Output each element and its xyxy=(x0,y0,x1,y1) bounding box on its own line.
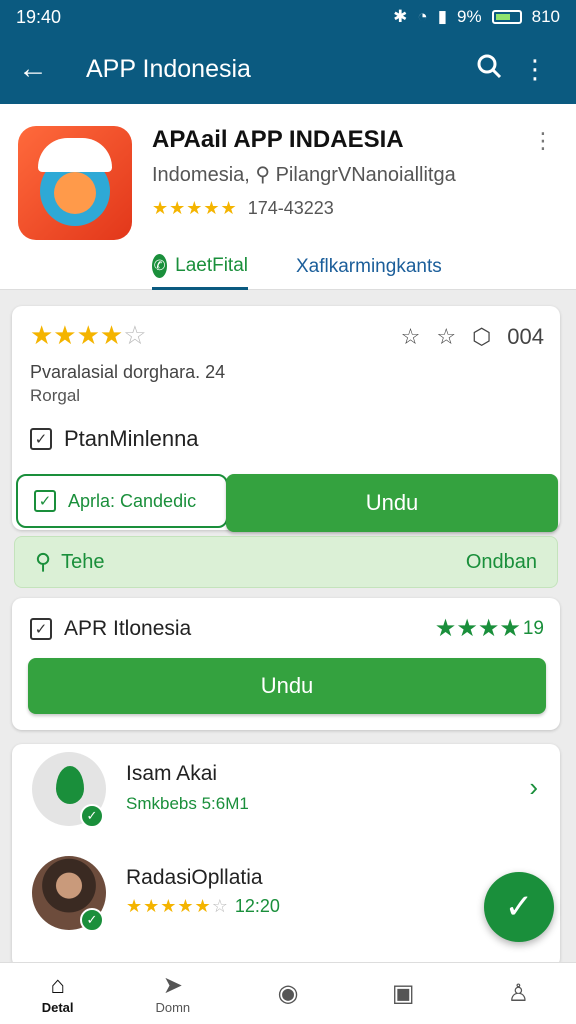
review-stars: ★★★★☆ xyxy=(30,320,147,351)
banner-right-text[interactable]: Ondban xyxy=(466,551,537,574)
review-checkbox-row[interactable]: ✓ PtanMinlenna xyxy=(30,426,199,452)
stars-empty: ☆ xyxy=(123,320,147,350)
list-item-sub: Smkbebs 5:6M1 xyxy=(126,794,249,813)
back-arrow-icon[interactable]: ← xyxy=(18,52,66,86)
nav-item-detail[interactable]: ⌂ Detal xyxy=(0,963,115,1024)
stars-filled: ★★★★★ xyxy=(126,896,212,916)
nav-item-profile[interactable]: ♙ xyxy=(461,963,576,1024)
user-list: ✓ Isam Akai Smkbebs 5:6M1 › ✓ RadasiOpll… xyxy=(12,744,560,968)
bluetooth-icon: ✱ xyxy=(393,7,408,26)
nav-item-download[interactable]: ➤ Domn xyxy=(115,963,230,1024)
app-card: ✓ APR Itlonesia ★★★★ 19 Undu xyxy=(12,598,560,730)
status-clock-right: 810 xyxy=(531,7,560,26)
list-item-name[interactable]: Isam Akai xyxy=(126,762,217,786)
app-logo xyxy=(18,126,132,240)
tag-icon[interactable]: ⬡ xyxy=(472,324,491,350)
whatsapp-icon: ✆ xyxy=(152,253,168,278)
more-options-icon[interactable]: ⋮ xyxy=(532,128,554,154)
rating-count: 174-43223 xyxy=(247,198,334,218)
star-outline-icon[interactable]: ☆ xyxy=(436,324,456,350)
chevron-right-icon[interactable]: › xyxy=(529,772,538,803)
review-meta: Rorgal xyxy=(30,386,81,405)
tab-latest[interactable]: ✆ LaetFital xyxy=(152,244,248,290)
tab-label: LaetFital xyxy=(175,254,248,276)
nav-label: Detal xyxy=(41,1000,74,1015)
list-item-stars: ★★★★★☆ xyxy=(126,896,229,917)
stars-empty: ☆ xyxy=(211,896,229,916)
nav-label: Domn xyxy=(155,1000,191,1015)
checkbox-icon[interactable]: ✓ xyxy=(30,617,52,640)
list-item-name[interactable]: RadasiOpllatia xyxy=(126,866,263,890)
page-title: APP Indonesia xyxy=(86,54,251,83)
app-rating: ★★★★★ 174-43223 xyxy=(152,198,334,219)
verified-icon: ✓ xyxy=(80,804,104,828)
list-item-rating: ★★★★★☆ 12:20 xyxy=(126,896,280,917)
mascot-hat xyxy=(38,138,112,172)
overflow-menu-icon[interactable]: ⋮ xyxy=(512,54,558,85)
nav-item-video[interactable]: ▣ xyxy=(346,963,461,1024)
app-name: APAail APP INDAESIA xyxy=(152,126,404,153)
battery-percent: 9% xyxy=(457,7,482,26)
home-icon: ⌂ xyxy=(50,972,65,999)
compass-icon: ◉ xyxy=(277,979,299,1007)
banner-left-text: Tehe xyxy=(61,550,105,573)
tab-details[interactable]: Xaflkarmingkants xyxy=(296,244,442,290)
pin-icon: ⚲ xyxy=(35,549,52,574)
review-actions: ☆ ☆ ⬡ 004 xyxy=(401,324,544,350)
info-banner[interactable]: ⚲ Tehe Ondban xyxy=(14,536,558,588)
status-bar: 19:40 ✱ ◔ ▮ 9% 810 xyxy=(0,0,576,34)
stars-filled: ★★★★ xyxy=(30,320,124,350)
battery-icon xyxy=(491,10,522,24)
profile-icon: ♙ xyxy=(507,979,530,1007)
list-item-time: 12:20 xyxy=(234,896,280,916)
app-bar: ← APP Indonesia ⋮ xyxy=(0,34,576,104)
candidate-button[interactable]: ✓ Aprla: Candedic xyxy=(16,474,228,528)
status-time: 19:40 xyxy=(16,6,62,27)
app-card-stars: ★★★★ xyxy=(434,615,521,642)
star-icon[interactable]: ☆ xyxy=(401,324,421,350)
app-header: APAail APP INDAESIA Indomesia, ⚲ Pilangr… xyxy=(0,104,576,290)
check-icon: ✓ xyxy=(504,888,534,926)
review-count: 004 xyxy=(507,324,544,349)
signal-icon: ▮ xyxy=(437,7,448,26)
video-icon: ▣ xyxy=(391,979,415,1007)
app-card-count: 19 xyxy=(522,617,544,639)
download-button[interactable]: Undu xyxy=(28,658,546,714)
tab-label: Xaflkarmingkants xyxy=(296,256,442,277)
send-icon: ➤ xyxy=(162,972,183,999)
checkbox-icon[interactable]: ✓ xyxy=(30,428,52,450)
status-icons: ✱ ◔ ▮ 9% 810 xyxy=(393,7,560,27)
search-icon[interactable] xyxy=(466,53,512,86)
nav-item-explore[interactable]: ◉ xyxy=(230,963,345,1024)
wifi-icon: ◔ xyxy=(417,7,428,26)
checkbox-label: PtanMinlenna xyxy=(64,426,199,451)
download-button[interactable]: Undu xyxy=(226,474,558,532)
rating-stars: ★★★★★ xyxy=(152,198,238,218)
app-card-name: APR Itlonesia xyxy=(64,616,192,640)
button-label: Aprla: Candedic xyxy=(68,490,197,511)
bottom-navigation: ⌂ Detal ➤ Domn ◉ ▣ ♙ xyxy=(0,962,576,1024)
app-subtitle: Indomesia, ⚲ PilangrVNanoiallitga xyxy=(152,164,456,186)
checkbox-icon: ✓ xyxy=(34,490,56,512)
confirm-fab[interactable]: ✓ xyxy=(484,872,554,942)
review-card: ★★★★☆ ☆ ☆ ⬡ 004 Pvaralasial dorghara. 24… xyxy=(12,306,560,532)
app-card-row: ✓ APR Itlonesia ★★★★ 19 xyxy=(30,614,544,643)
verified-icon: ✓ xyxy=(80,908,104,932)
review-text: Pvaralasial dorghara. 24 xyxy=(30,362,226,382)
